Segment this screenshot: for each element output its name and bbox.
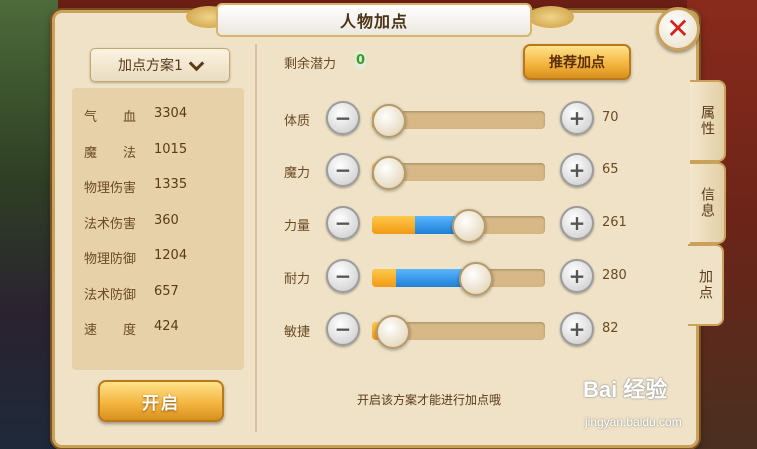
baidu-watermark: Bai 经验 [583, 372, 667, 404]
plan-dropdown-value: 加点方案1 [118, 58, 183, 74]
attribute-label: 魔力 [284, 166, 311, 181]
stat-name: 物理防御 [84, 252, 137, 267]
slider-base-fill [372, 216, 416, 234]
slider-knob[interactable] [372, 104, 406, 138]
dialog-title: 人物加点 [339, 12, 408, 31]
side-tab[interactable]: 加点 [688, 244, 724, 326]
increase-button[interactable]: + [560, 101, 594, 135]
side-tab[interactable]: 信息 [690, 162, 726, 244]
decrease-button[interactable]: − [326, 101, 360, 135]
minus-icon: − [334, 158, 352, 182]
increase-button[interactable]: + [560, 153, 594, 187]
decrease-button[interactable]: − [326, 259, 360, 293]
decrease-button[interactable]: − [326, 153, 360, 187]
stat-value: 1015 [154, 142, 188, 157]
remaining-points-label: 剩余潜力 [284, 57, 337, 72]
stat-row: 法术伤害 360 [84, 213, 179, 232]
side-tab[interactable]: 属性 [690, 80, 726, 162]
recommend-points-button-label: 推荐加点 [549, 55, 605, 71]
attribute-value: 261 [602, 215, 627, 230]
attribute-slider[interactable] [372, 104, 545, 138]
stat-row: 魔 法 1015 [84, 142, 187, 161]
decrease-button[interactable]: − [326, 312, 360, 346]
plus-icon: + [568, 158, 586, 182]
minus-icon: − [334, 317, 352, 341]
attribute-label: 力量 [284, 219, 311, 234]
title-bar: 人物加点 [216, 3, 532, 37]
side-tab-label: 信息 [699, 187, 715, 219]
column-divider [255, 44, 257, 432]
stat-name: 气 血 [84, 110, 137, 125]
watermark-url: jingyan.baidu.com [585, 415, 682, 429]
close-icon: ✕ [666, 12, 690, 45]
slider-knob[interactable] [452, 209, 487, 243]
attribute-slider[interactable] [372, 209, 545, 243]
stat-value: 424 [154, 319, 179, 334]
attribute-value: 70 [602, 110, 619, 125]
decrease-button[interactable]: − [326, 206, 360, 240]
attribute-row: 力量 − +261 [284, 206, 644, 243]
attribute-slider[interactable] [372, 315, 545, 349]
minus-icon: − [334, 106, 352, 130]
watermark-main-text: Bai 经验 [583, 377, 668, 402]
attribute-slider[interactable] [372, 156, 545, 190]
attribute-value: 65 [602, 162, 619, 177]
side-tab-label: 属性 [699, 105, 715, 137]
stat-name: 法术伤害 [84, 217, 137, 232]
stat-row: 速 度 424 [84, 319, 179, 338]
recommend-points-button[interactable]: 推荐加点 [523, 44, 631, 80]
attribute-label: 体质 [284, 114, 311, 129]
attribute-value: 280 [602, 268, 627, 283]
stat-value: 3304 [154, 106, 188, 121]
stat-name: 法术防御 [84, 288, 137, 303]
plan-dropdown[interactable]: 加点方案1 [90, 48, 230, 82]
plus-icon: + [568, 106, 586, 130]
open-plan-hint: 开启该方案才能进行加点哦 [357, 393, 502, 407]
open-plan-button[interactable]: 开启 [98, 380, 224, 422]
stat-value: 1335 [154, 177, 188, 192]
stat-value: 1204 [154, 248, 188, 263]
attribute-label: 耐力 [284, 272, 311, 287]
plus-icon: + [568, 264, 586, 288]
open-plan-button-label: 开启 [142, 393, 180, 414]
attribute-row: 耐力 − +280 [284, 259, 644, 296]
slider-base-fill [372, 269, 397, 287]
stat-row: 物理防御 1204 [84, 248, 187, 267]
chevron-down-icon [188, 55, 205, 71]
attribute-value: 82 [602, 321, 619, 336]
attribute-label: 敏捷 [284, 325, 311, 340]
game-background-left [0, 0, 58, 449]
stat-row: 物理伤害 1335 [84, 177, 187, 196]
attribute-row: 敏捷 − +82 [284, 312, 644, 349]
stat-name: 速 度 [84, 323, 137, 338]
stat-value: 360 [154, 213, 179, 228]
minus-icon: − [334, 264, 352, 288]
close-button[interactable]: ✕ [656, 7, 700, 51]
stat-row: 法术防御 657 [84, 284, 179, 303]
attribute-slider[interactable] [372, 262, 545, 296]
increase-button[interactable]: + [560, 259, 594, 293]
attribute-row: 魔力 − +65 [284, 153, 644, 190]
title-ornament-right [528, 6, 574, 28]
plus-icon: + [568, 317, 586, 341]
stat-name: 物理伤害 [84, 181, 137, 196]
stat-row: 气 血 3304 [84, 106, 187, 125]
stat-value: 657 [154, 284, 179, 299]
increase-button[interactable]: + [560, 206, 594, 240]
slider-knob[interactable] [459, 262, 494, 296]
minus-icon: − [334, 211, 352, 235]
side-tab-label: 加点 [697, 269, 713, 301]
attribute-row: 体质 − +70 [284, 101, 644, 138]
increase-button[interactable]: + [560, 312, 594, 346]
slider-knob[interactable] [376, 315, 411, 349]
remaining-points-value: 0 [355, 51, 366, 69]
stat-name: 魔 法 [84, 146, 137, 161]
slider-knob[interactable] [372, 156, 406, 190]
plus-icon: + [568, 211, 586, 235]
